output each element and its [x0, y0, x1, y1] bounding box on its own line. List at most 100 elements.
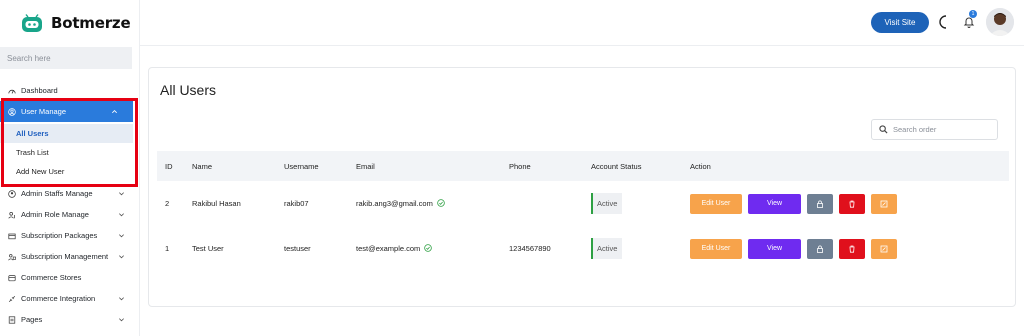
email-text: rakib.ang3@gmail.com — [356, 199, 433, 208]
sidebar-item-subscription-packages[interactable]: Subscription Packages — [0, 225, 140, 246]
cell-phone — [501, 181, 583, 226]
search-order-input[interactable] — [893, 125, 993, 134]
sidebar-item-pages[interactable]: Pages — [0, 309, 140, 330]
verified-icon — [424, 244, 433, 252]
robot-icon — [22, 14, 42, 32]
chevron-down-icon[interactable] — [118, 211, 125, 218]
column-header-email: Email — [356, 161, 375, 171]
trash-icon — [849, 245, 855, 253]
cell-id: 1 — [165, 244, 170, 253]
integration-icon — [7, 294, 16, 303]
package-icon — [7, 231, 16, 240]
sidebar-item-label: Admin Role Manage — [21, 210, 89, 219]
email-text: test@example.com — [356, 244, 421, 253]
user-photo — [986, 8, 1014, 36]
note-button[interactable] — [871, 193, 897, 214]
edit-note-icon — [880, 245, 888, 252]
column-header-id: ID — [165, 161, 173, 171]
cell-status: Active — [583, 226, 682, 271]
lock-icon — [817, 200, 823, 208]
sidebar-item-commerce-integration[interactable]: Commerce Integration — [0, 288, 140, 309]
column-header-name: Name — [192, 161, 213, 171]
view-button[interactable]: View — [748, 193, 801, 214]
users-card: All Users ID Name Username Email Phone A… — [148, 67, 1016, 307]
sidebar-item-label: Commerce Stores — [21, 273, 82, 282]
cell-name: Rakibul Hasan — [192, 199, 241, 208]
sidebar-item-label: Admin Staffs Manage — [21, 189, 93, 198]
submenu-item-trash-list[interactable]: Trash List — [0, 143, 133, 162]
chevron-down-icon[interactable] — [118, 232, 125, 239]
brand[interactable]: Botmerze — [0, 0, 139, 46]
delete-button[interactable] — [839, 238, 865, 259]
lock-button[interactable] — [807, 193, 833, 214]
sidebar-item-admin-staffs[interactable]: Admin Staffs Manage — [0, 183, 140, 204]
submenu-item-add-new-user[interactable]: Add New User — [0, 162, 133, 181]
brand-name: Botmerze — [51, 14, 131, 32]
sidebar-item-commerce-stores[interactable]: Commerce Stores — [0, 267, 140, 288]
chevron-down-icon[interactable] — [118, 190, 125, 197]
search-order-box — [871, 119, 998, 140]
cell-email: rakib.ang3@gmail.com — [348, 181, 501, 226]
management-icon — [7, 252, 16, 261]
user-manage-submenu: All Users Trash List Add New User — [0, 122, 140, 183]
sidebar-search-input[interactable]: Search here — [0, 47, 132, 69]
chevron-up-icon[interactable] — [111, 108, 118, 115]
search-icon — [879, 125, 888, 134]
sidebar-nav: Dashboard User Manage All Users Trash Li… — [0, 80, 140, 330]
user-circle-icon — [7, 107, 16, 116]
notification-badge: 1 — [969, 10, 977, 18]
sidebar: Botmerze Search here Dashboard User Mana… — [0, 0, 140, 336]
sidebar-item-label: User Manage — [21, 107, 67, 116]
lock-icon — [817, 245, 823, 253]
delete-button[interactable] — [839, 193, 865, 214]
avatar[interactable] — [986, 8, 1014, 36]
sidebar-item-label: Commerce Integration — [21, 294, 96, 303]
sidebar-item-user-manage[interactable]: User Manage — [0, 101, 133, 122]
view-button[interactable]: View — [748, 238, 801, 259]
cell-username: testuser — [284, 244, 311, 253]
table-row: 1 Test User testuser test@example.com 12… — [157, 226, 1009, 271]
column-header-username: Username — [284, 161, 319, 171]
cell-username: rakib07 — [284, 199, 309, 208]
visit-site-button[interactable]: Visit Site — [871, 12, 929, 33]
cell-name: Test User — [192, 244, 224, 253]
cell-id: 2 — [165, 199, 170, 208]
users-table: ID Name Username Email Phone Account Sta… — [157, 151, 1009, 271]
sidebar-item-admin-role[interactable]: Admin Role Manage — [0, 204, 140, 225]
sidebar-item-label: Subscription Packages — [21, 231, 98, 240]
sidebar-item-dashboard[interactable]: Dashboard — [0, 80, 140, 101]
page-title: All Users — [160, 82, 217, 98]
edit-note-icon — [880, 200, 888, 207]
moon-icon[interactable] — [937, 14, 951, 30]
topbar: Visit Site 1 — [140, 0, 1024, 46]
cell-actions: Edit User View — [682, 226, 1009, 271]
dashboard-icon — [7, 86, 16, 95]
cell-actions: Edit User View — [682, 181, 1009, 226]
edit-user-button[interactable]: Edit User — [690, 238, 742, 259]
store-icon — [7, 273, 16, 282]
table-header-row: ID Name Username Email Phone Account Sta… — [157, 151, 1009, 181]
chevron-down-icon[interactable] — [118, 253, 125, 260]
admin-icon — [7, 189, 16, 198]
role-icon — [7, 210, 16, 219]
status-badge: Active — [591, 238, 623, 259]
column-header-phone: Phone — [509, 161, 531, 171]
cell-phone: 1234567890 — [509, 244, 551, 253]
cell-email: test@example.com — [348, 226, 501, 271]
column-header-account-status: Account Status — [591, 161, 642, 171]
chevron-down-icon[interactable] — [118, 295, 125, 302]
note-button[interactable] — [871, 238, 897, 259]
sidebar-item-subscription-management[interactable]: Subscription Management — [0, 246, 140, 267]
lock-button[interactable] — [807, 238, 833, 259]
edit-user-button[interactable]: Edit User — [690, 193, 742, 214]
sidebar-item-label: Subscription Management — [21, 252, 109, 261]
sidebar-item-label: Dashboard — [21, 86, 58, 95]
chevron-down-icon[interactable] — [118, 316, 125, 323]
submenu-item-all-users[interactable]: All Users — [0, 124, 133, 143]
table-row: 2 Rakibul Hasan rakib07 rakib.ang3@gmail… — [157, 181, 1009, 226]
status-badge: Active — [591, 193, 623, 214]
sidebar-item-label: Pages — [21, 315, 43, 324]
cell-status: Active — [583, 181, 682, 226]
pages-icon — [7, 315, 16, 324]
column-header-action: Action — [690, 161, 711, 171]
